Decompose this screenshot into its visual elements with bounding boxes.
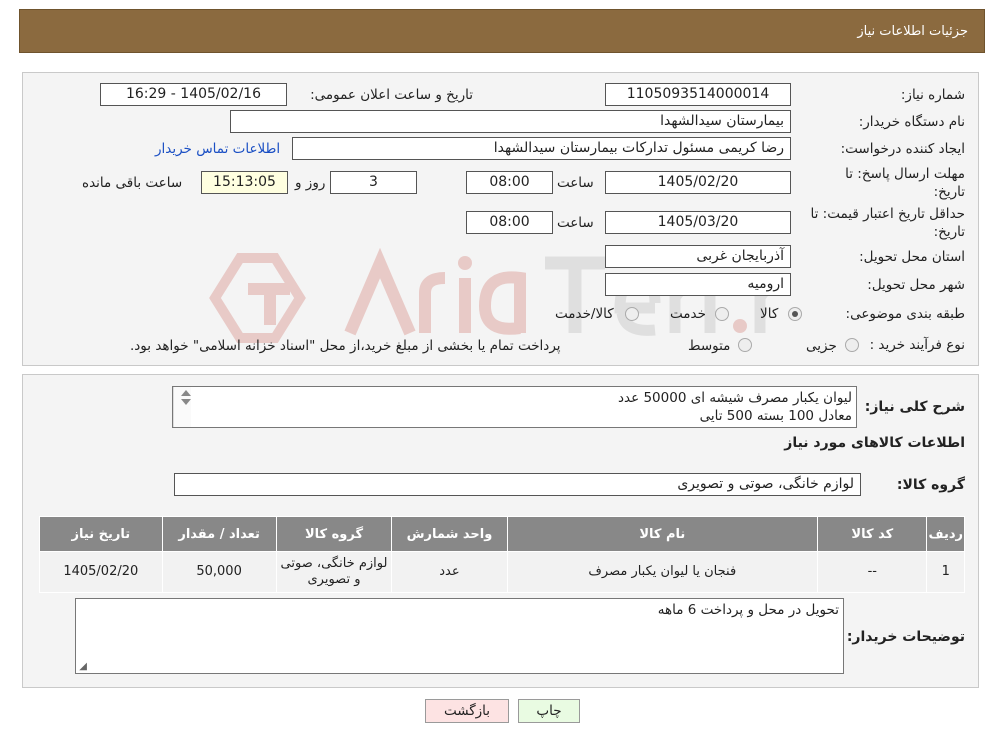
print-button[interactable]: چاپ [518, 699, 580, 723]
page-header: جزئیات اطلاعات نیاز [19, 9, 985, 53]
deadline-time-field: 08:00 [466, 171, 553, 194]
table-header-row: ردیف کد کالا نام کالا واحد شمارش گروه کا… [39, 516, 965, 552]
process-type-label: نوع فرآیند خرید : [869, 337, 965, 353]
category-option-goods: کالا [760, 306, 779, 322]
deadline-date-field: 1405/02/20 [605, 171, 791, 194]
goods-info-title: اطلاعات کالاهای مورد نیاز [784, 435, 965, 451]
cell-quantity: 50,000 [161, 551, 277, 593]
buyer-org-label: نام دستگاه خریدار: [858, 114, 965, 130]
announce-label: تاریخ و ساعت اعلان عمومی: [310, 87, 473, 103]
col-header-name: نام کالا [506, 516, 819, 552]
cell-name: فنجان یا لیوان یکبار مصرف [506, 551, 819, 593]
requester-field: رضا کریمی مسئول تداركات بیمارستان سیدالش… [292, 137, 791, 160]
city-label: شهر محل تحویل: [867, 277, 965, 293]
remaining-time-field: 15:13:05 [201, 171, 288, 194]
category-radio-goods-service[interactable] [625, 307, 639, 321]
buyer-notes-textarea[interactable]: تحویل در محل و پرداخت 6 ماهه [75, 598, 844, 674]
process-option-medium: متوسط [688, 338, 731, 354]
resize-grip-icon[interactable]: ◢ [77, 662, 87, 672]
remaining-time-label: ساعت باقی مانده [82, 175, 183, 191]
goods-group-field: لوازم خانگی، صوتی و تصویری [174, 473, 861, 496]
price-validity-label-date: تاریخ: [933, 224, 965, 240]
cell-row-no: 1 [926, 551, 965, 593]
cell-code: -- [817, 551, 928, 593]
cell-unit: عدد [391, 551, 508, 593]
announce-datetime-field: 1405/02/16 - 16:29 [100, 83, 287, 106]
buyer-contact-link[interactable]: اطلاعات تماس خریدار [155, 141, 280, 157]
summary-label: شرح کلی نیاز: [864, 399, 965, 415]
summary-textarea[interactable]: لیوان یکبار مصرف شیشه ای 50000 عدد معادل… [172, 386, 857, 428]
city-field: ارومیه [605, 273, 791, 296]
province-label: استان محل تحویل: [859, 249, 965, 265]
col-header-code: کد کالا [817, 516, 928, 552]
price-validity-label: حداقل تاریخ اعتبار قیمت: تا [810, 206, 965, 222]
col-header-group: گروه کالا [275, 516, 393, 552]
process-option-minor: جزیی [806, 338, 837, 354]
deadline-time-label: ساعت [557, 175, 594, 191]
remaining-days-field: 3 [330, 171, 417, 194]
goods-table: ردیف کد کالا نام کالا واحد شمارش گروه کا… [39, 516, 965, 593]
validity-time-label: ساعت [557, 215, 594, 231]
days-label: روز و [295, 175, 326, 191]
goods-group-label: گروه کالا: [896, 477, 965, 493]
col-header-row-no: ردیف [926, 516, 965, 552]
need-number-label: شماره نیاز: [900, 87, 965, 103]
summary-scrollbar[interactable] [173, 387, 191, 427]
col-header-need-date: تاریخ نیاز [39, 516, 163, 552]
buyer-notes-label: توضیحات خریدار: [846, 629, 965, 645]
validity-date-field: 1405/03/20 [605, 211, 791, 234]
cell-group: لوازم خانگی، صوتی و تصویری [275, 551, 393, 593]
scroll-down-arrow-icon[interactable] [181, 399, 191, 405]
process-radio-minor[interactable] [845, 338, 859, 352]
buyer-org-field: بیمارستان سیدالشهدا [230, 110, 791, 133]
deadline-label: مهلت ارسال پاسخ: تا [845, 166, 965, 182]
category-label: طبقه بندی موضوعی: [845, 306, 965, 322]
cell-need-date: 1405/02/20 [39, 551, 163, 593]
col-header-unit: واحد شمارش [391, 516, 508, 552]
table-row: 1 -- فنجان یا لیوان یکبار مصرف عدد لوازم… [39, 551, 965, 593]
process-radio-medium[interactable] [738, 338, 752, 352]
treasury-note: پرداخت تمام یا بخشی از مبلغ خرید،از محل … [130, 338, 561, 354]
category-radio-service[interactable] [715, 307, 729, 321]
back-button[interactable]: بازگشت [425, 699, 509, 723]
page-title: جزئیات اطلاعات نیاز [857, 24, 968, 39]
validity-time-field: 08:00 [466, 211, 553, 234]
category-option-goods-service: کالا/خدمت [555, 306, 614, 322]
province-field: آذربایجان غربی [605, 245, 791, 268]
need-number-field: 1105093514000014 [605, 83, 791, 106]
category-option-service: خدمت [670, 306, 706, 322]
deadline-label-date: تاریخ: [933, 184, 965, 200]
scroll-up-arrow-icon[interactable] [181, 390, 191, 396]
requester-label: ایجاد کننده درخواست: [840, 141, 965, 157]
col-header-quantity: تعداد / مقدار [161, 516, 277, 552]
category-radio-goods[interactable] [788, 307, 802, 321]
